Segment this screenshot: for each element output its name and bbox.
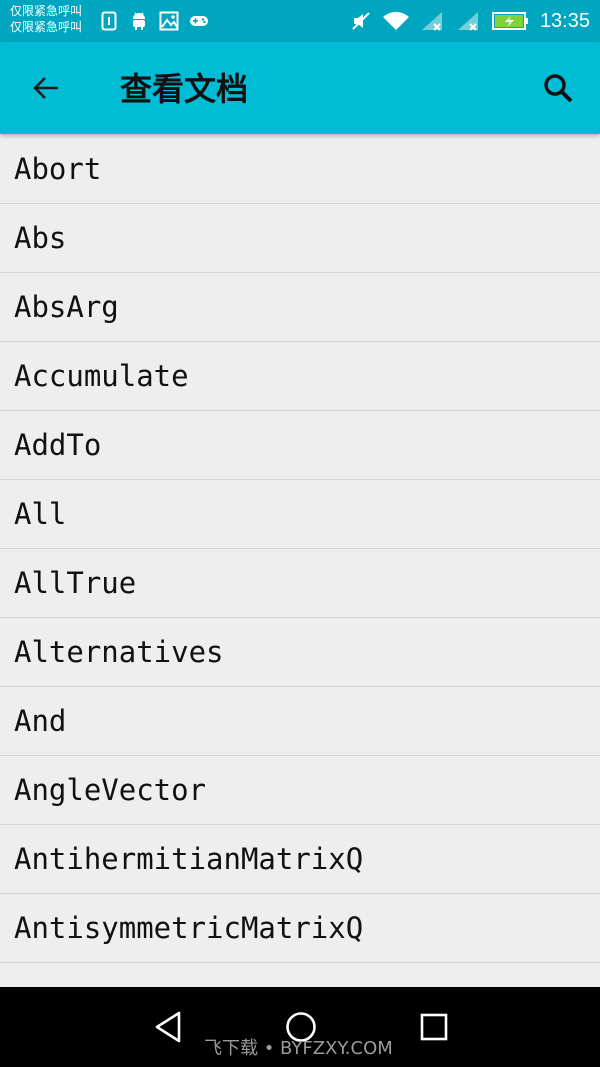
list-item[interactable]: AntisymmetricMatrixQ <box>0 894 600 963</box>
list-item[interactable]: And <box>0 687 600 756</box>
list-item[interactable]: AntihermitianMatrixQ <box>0 825 600 894</box>
clock: 13:35 <box>539 9 590 32</box>
list-item[interactable]: AddTo <box>0 411 600 480</box>
list-item[interactable] <box>0 963 600 987</box>
signal-icon <box>456 10 482 32</box>
search-button[interactable] <box>534 64 582 112</box>
signal-icon <box>420 10 446 32</box>
list-item[interactable]: AllTrue <box>0 549 600 618</box>
nav-recents-button[interactable] <box>412 1005 456 1049</box>
triangle-back-icon <box>155 1011 181 1043</box>
list-item[interactable]: AbsArg <box>0 273 600 342</box>
search-icon <box>544 74 573 103</box>
arrow-left-icon <box>33 77 58 99</box>
app-toolbar: 查看文档 <box>0 42 600 134</box>
status-bar: 仅限紧急呼叫 仅限紧急呼叫 13:35 <box>0 0 600 42</box>
system-status-icons: 13:35 <box>340 8 590 34</box>
page-title: 查看文档 <box>120 70 249 108</box>
gamepad-icon <box>186 10 212 32</box>
carrier-line-2: 仅限紧急呼叫 <box>10 20 83 34</box>
doc-list: Abort Abs AbsArg Accumulate AddTo All Al… <box>0 135 600 987</box>
square-recents-icon <box>420 1013 448 1041</box>
list-item[interactable]: Accumulate <box>0 342 600 411</box>
circle-home-icon <box>286 1012 316 1042</box>
nav-back-button[interactable] <box>146 1005 190 1049</box>
list-item[interactable]: All <box>0 480 600 549</box>
carrier-text: 仅限紧急呼叫 仅限紧急呼叫 <box>10 3 82 35</box>
battery-charging-icon <box>491 11 530 31</box>
back-button[interactable] <box>18 64 74 112</box>
list-item[interactable]: Abs <box>0 204 600 273</box>
screen: 仅限紧急呼叫 仅限紧急呼叫 13:35 查看文档 Abort Abs AbsAr… <box>0 0 600 1067</box>
image-icon <box>156 10 182 32</box>
wifi-icon <box>382 10 410 32</box>
sim-icon <box>96 10 122 32</box>
nav-home-button[interactable] <box>279 1005 323 1049</box>
carrier-line-1: 仅限紧急呼叫 <box>10 4 83 18</box>
mute-icon <box>350 10 372 32</box>
list-item[interactable]: Abort <box>0 135 600 204</box>
notification-icons <box>96 10 216 32</box>
list-item[interactable]: Alternatives <box>0 618 600 687</box>
android-icon <box>126 10 152 32</box>
list-item[interactable]: AngleVector <box>0 756 600 825</box>
navigation-bar: 飞下载 • BYFZXY.COM <box>0 987 600 1067</box>
